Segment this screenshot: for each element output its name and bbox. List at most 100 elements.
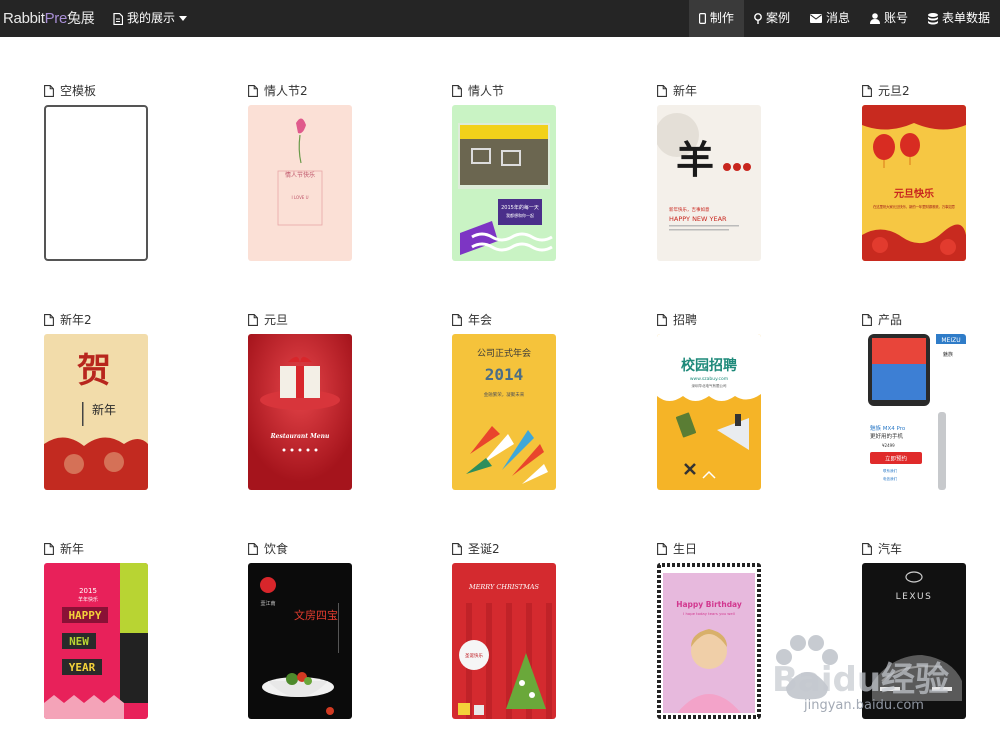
template-thumbnail[interactable]: LEXUS	[862, 563, 966, 719]
thumb-text: 2015	[79, 587, 97, 595]
template-title: 生日	[673, 542, 698, 556]
thumb-text: MERRY CHRISTMAS	[468, 583, 540, 591]
brand-logo[interactable]: RabbitPre兔展	[3, 0, 95, 37]
caret-down-icon	[179, 15, 188, 21]
template-thumbnail[interactable]: 元旦快乐 在这里祝大家元旦快乐，新的一年里财源滚滚，万事如意	[862, 105, 966, 261]
nav-cases[interactable]: 案例	[744, 0, 800, 37]
thumb-text: 2014	[485, 365, 524, 384]
thumb-text: LEXUS	[896, 592, 933, 602]
file-icon	[44, 85, 54, 97]
template-thumbnail[interactable]: MEIZU 魅族 魅族 MX4 Pro 更好用的手机 ¥2499 立即预约 联系…	[862, 334, 966, 490]
nav-cases-label: 案例	[765, 11, 790, 25]
my-showcase-label: 我的展示	[127, 11, 176, 25]
thumb-text: 魅族	[943, 351, 953, 358]
template-title: 招聘	[673, 313, 698, 327]
thumb-text: 深圳华北电气有限公司	[692, 383, 727, 388]
nav-create-label: 制作	[709, 11, 734, 25]
thumb-text: 情人节快乐	[285, 171, 315, 179]
file-icon	[657, 543, 667, 555]
template-title: 汽车	[878, 542, 903, 556]
thumb-text: 新年	[92, 402, 116, 417]
thumb-text: 魅族 MX4 Pro	[870, 424, 906, 432]
thumb-text: 文房四宝	[294, 608, 338, 622]
nav-messages[interactable]: 消息	[800, 0, 860, 37]
template-thumbnail[interactable]: 2015年的每一天 我都想和你一起	[452, 105, 556, 261]
thumb-text: Happy Birthday	[676, 600, 742, 609]
thumb-text: HAPPY NEW YEAR	[669, 215, 727, 223]
thumb-text: 校园招聘	[681, 357, 737, 374]
thumb-text: 元旦快乐	[894, 187, 934, 200]
thumb-text: 金融繁荣，凝聚未来	[484, 391, 525, 398]
template-thumbnail[interactable]: 贺 新年	[44, 334, 148, 490]
template-title: 空模板	[60, 84, 97, 98]
thumb-text: NEW	[69, 635, 89, 648]
template-title: 元旦	[264, 313, 289, 327]
template-title: 圣诞2	[468, 542, 500, 556]
thumb-text: 我都想和你一起	[506, 212, 534, 218]
thumb-text: I hope today tears you well	[683, 611, 735, 616]
template-title: 元旦2	[878, 84, 910, 98]
thumb-text: 羊	[676, 137, 714, 182]
thumb-text: ¥2499	[882, 443, 895, 448]
brand-part-rabbit: Rabbit	[3, 10, 45, 27]
file-icon	[452, 85, 462, 97]
file-icon	[248, 85, 258, 97]
template-thumbnail[interactable]: Restaurant Menu	[248, 334, 352, 490]
file-icon	[44, 314, 54, 326]
brand-part-pre: Pre	[44, 10, 68, 27]
main-nav: 制作 案例 消息 账号 表单数据	[688, 0, 1000, 37]
file-icon	[248, 314, 258, 326]
top-navbar: RabbitPre兔展 我的展示 制作 案例 消息 账号 表单数据	[0, 0, 1000, 37]
thumb-text: 更好用的手机	[870, 432, 904, 440]
template-thumbnail[interactable]: 壹江南 文房四宝	[248, 563, 352, 719]
mobile-icon	[698, 13, 706, 24]
file-icon	[44, 543, 54, 555]
nav-account-label: 账号	[883, 11, 908, 25]
thumb-text: Restaurant Menu	[270, 433, 330, 440]
file-icon	[657, 85, 667, 97]
document-icon	[113, 12, 123, 25]
my-showcase-dropdown[interactable]: 我的展示	[113, 0, 188, 37]
envelope-icon	[809, 14, 822, 23]
template-title: 饮食	[264, 542, 289, 556]
file-icon	[452, 314, 462, 326]
template-thumbnail[interactable]: Happy Birthday I hope today tears you we…	[657, 563, 761, 719]
template-title: 年会	[468, 313, 493, 327]
template-title: 产品	[878, 313, 903, 327]
template-thumbnail[interactable]: 校园招聘 www.szabuy.com 深圳华北电气有限公司	[657, 334, 761, 490]
file-icon	[657, 314, 667, 326]
template-thumbnail[interactable]: 公司正式年会 2014 金融繁荣，凝聚未来	[452, 334, 556, 490]
template-thumbnail[interactable]	[44, 105, 148, 261]
template-title: 情人节	[468, 84, 505, 98]
thumb-text: HAPPY	[68, 609, 101, 622]
thumb-text: 圣诞快乐	[465, 652, 483, 659]
thumb-text: 羊年快乐	[78, 596, 98, 603]
brand-part-cn: 兔展	[67, 10, 95, 26]
nav-create[interactable]: 制作	[688, 0, 744, 37]
nav-form-data[interactable]: 表单数据	[918, 0, 1000, 37]
file-icon	[862, 543, 872, 555]
thumb-text: 联系我们	[883, 468, 897, 473]
template-title: 新年	[673, 84, 698, 98]
template-thumbnail[interactable]: MERRY CHRISTMAS 圣诞快乐	[452, 563, 556, 719]
file-icon	[862, 85, 872, 97]
thumb-text: 公司正式年会	[477, 347, 531, 359]
nav-messages-label: 消息	[825, 11, 850, 25]
template-thumbnail[interactable]: 2015 羊年快乐 HAPPY NEW YEAR	[44, 563, 148, 719]
thumb-text: 贺	[77, 351, 111, 391]
template-thumbnail[interactable]: 情人节快乐 I LOVE U	[248, 105, 352, 261]
thumb-text: 壹江南	[260, 600, 275, 607]
thumb-text: MEIZU	[941, 337, 960, 344]
file-icon	[862, 314, 872, 326]
thumb-text: YEAR	[69, 661, 96, 674]
thumb-text: 新年快乐，吉事如意	[669, 206, 710, 213]
template-title: 新年2	[60, 313, 92, 327]
thumb-text: I LOVE U	[291, 195, 308, 200]
nav-account[interactable]: 账号	[860, 0, 918, 37]
database-icon	[927, 12, 938, 24]
template-title: 新年	[60, 542, 85, 556]
thumb-text: 在这里祝大家元旦快乐，新的一年里财源滚滚，万事如意	[873, 204, 956, 209]
thumb-text: 2015年的每一天	[501, 204, 539, 211]
template-title: 情人节2	[264, 84, 308, 98]
template-thumbnail[interactable]: 羊 新年快乐，吉事如意 HAPPY NEW YEAR	[657, 105, 761, 261]
